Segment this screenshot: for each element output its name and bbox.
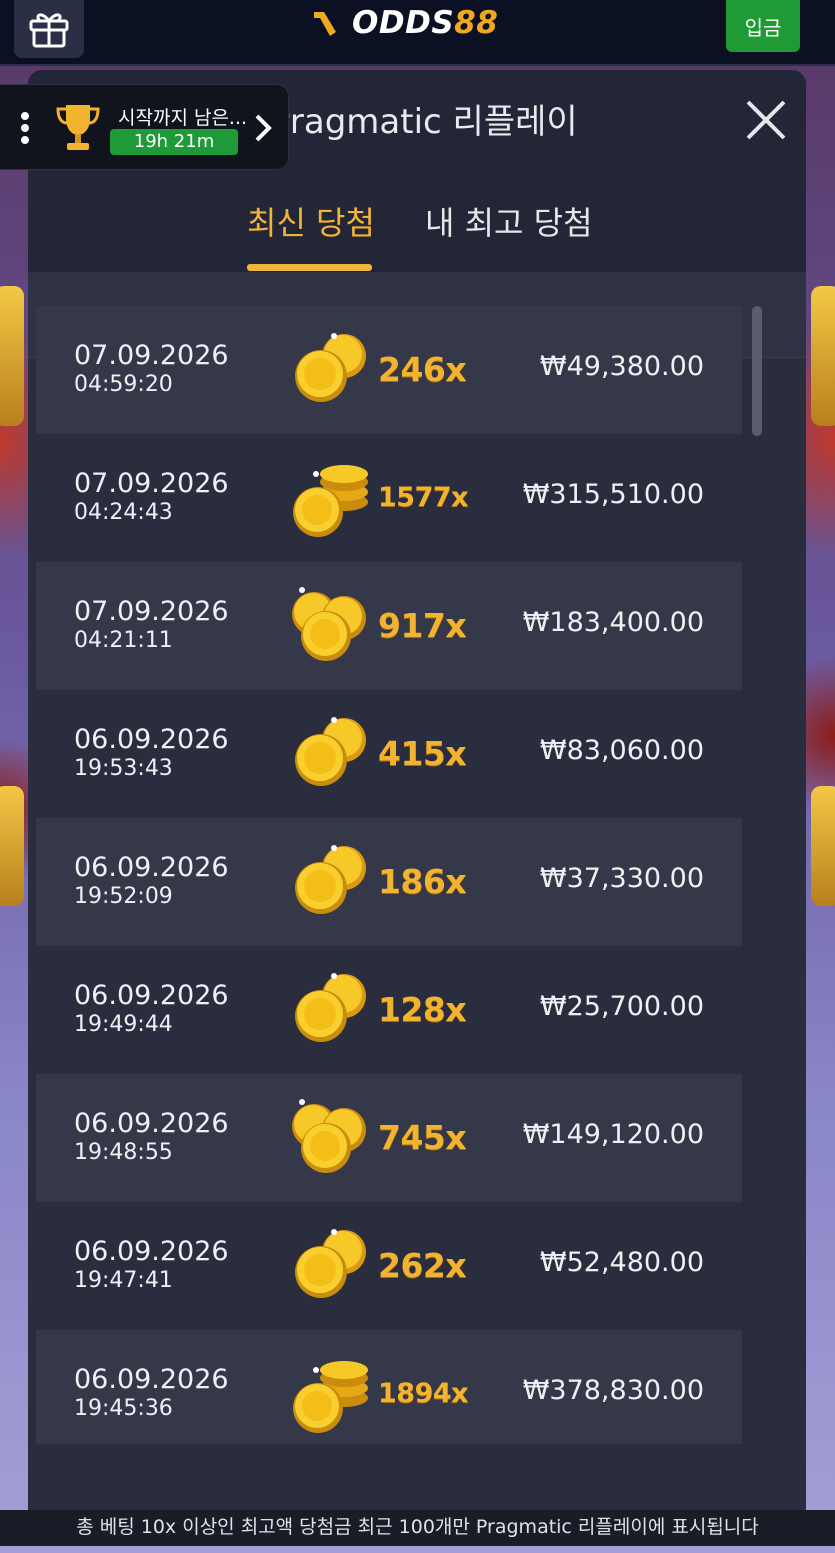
tab-bar: 최신 당첨 내 최고 당첨 bbox=[28, 168, 806, 272]
win-row[interactable]: 07.09.2026 04:21:11 917x ₩183,400.00 bbox=[36, 562, 742, 690]
coins-pair-icon bbox=[286, 712, 376, 796]
win-multiplier: 745x bbox=[378, 1118, 467, 1157]
chevron-right-icon[interactable] bbox=[252, 111, 274, 145]
gift-icon bbox=[29, 13, 69, 48]
decor-left bbox=[0, 286, 24, 426]
win-multiplier: 1577x bbox=[378, 482, 469, 513]
scrollbar[interactable] bbox=[752, 306, 762, 436]
decor-right bbox=[811, 286, 835, 426]
top-bar: ODDS88 입금 bbox=[0, 0, 835, 66]
win-time: 19:47:41 bbox=[74, 1268, 173, 1293]
win-amount: ₩183,400.00 bbox=[522, 607, 704, 638]
coins-pile-icon bbox=[286, 1096, 376, 1180]
win-amount: ₩83,060.00 bbox=[539, 735, 704, 766]
win-time: 04:24:43 bbox=[74, 500, 173, 525]
win-date: 06.09.2026 bbox=[74, 1364, 229, 1395]
logo-mark-icon bbox=[314, 12, 336, 36]
win-amount: ₩315,510.00 bbox=[522, 479, 704, 510]
coins-pair-icon bbox=[286, 968, 376, 1052]
win-date: 06.09.2026 bbox=[74, 980, 229, 1011]
brand-logo[interactable]: ODDS88 bbox=[310, 5, 499, 41]
win-amount: ₩37,330.00 bbox=[539, 863, 704, 894]
win-multiplier: 1894x bbox=[378, 1378, 469, 1409]
close-icon[interactable] bbox=[742, 96, 790, 144]
win-amount: ₩49,380.00 bbox=[539, 351, 704, 382]
tournament-countdown: 19h 21m bbox=[110, 129, 238, 155]
coin-stack-icon bbox=[286, 456, 376, 540]
win-row[interactable]: 06.09.2026 19:49:44 128x ₩25,700.00 bbox=[36, 946, 742, 1074]
win-multiplier: 246x bbox=[378, 350, 467, 389]
coins-pair-icon bbox=[286, 1224, 376, 1308]
win-multiplier: 917x bbox=[378, 606, 467, 645]
coin-stack-icon bbox=[286, 1352, 376, 1436]
win-row[interactable]: 06.09.2026 19:47:41 262x ₩52,480.00 bbox=[36, 1202, 742, 1330]
win-date: 06.09.2026 bbox=[74, 724, 229, 755]
win-date: 07.09.2026 bbox=[74, 340, 229, 371]
win-row[interactable]: 07.09.2026 04:59:20 246x ₩49,380.00 bbox=[36, 306, 742, 434]
decor-right-lower bbox=[811, 786, 835, 906]
win-row[interactable]: 06.09.2026 19:48:55 745x ₩149,120.00 bbox=[36, 1074, 742, 1202]
win-time: 04:59:20 bbox=[74, 372, 173, 397]
win-row[interactable]: 06.09.2026 19:52:09 186x ₩37,330.00 bbox=[36, 818, 742, 946]
win-amount: ₩149,120.00 bbox=[522, 1119, 704, 1150]
coins-pair-icon bbox=[286, 840, 376, 924]
active-tab-indicator bbox=[247, 264, 372, 271]
logo-text-secondary: 88 bbox=[454, 5, 499, 41]
win-date: 06.09.2026 bbox=[74, 1108, 229, 1139]
win-time: 19:49:44 bbox=[74, 1012, 173, 1037]
more-vertical-icon[interactable] bbox=[20, 111, 30, 145]
logo-text-primary: ODDS bbox=[352, 5, 455, 41]
trophy-icon bbox=[56, 105, 100, 150]
win-date: 06.09.2026 bbox=[74, 852, 229, 883]
tab-my-best-wins[interactable]: 내 최고 당첨 bbox=[425, 198, 593, 244]
win-time: 19:53:43 bbox=[74, 756, 173, 781]
win-date: 07.09.2026 bbox=[74, 596, 229, 627]
win-multiplier: 415x bbox=[378, 734, 467, 773]
win-date: 07.09.2026 bbox=[74, 468, 229, 499]
win-time: 19:48:55 bbox=[74, 1140, 173, 1165]
win-date: 06.09.2026 bbox=[74, 1236, 229, 1267]
win-amount: ₩378,830.00 bbox=[522, 1375, 704, 1406]
win-amount: ₩25,700.00 bbox=[539, 991, 704, 1022]
tab-latest-wins[interactable]: 최신 당첨 bbox=[247, 198, 375, 244]
win-amount: ₩52,480.00 bbox=[539, 1247, 704, 1278]
win-row[interactable]: 06.09.2026 19:45:36 1894x ₩378,830.00 bbox=[36, 1330, 742, 1444]
win-time: 19:45:36 bbox=[74, 1396, 173, 1421]
modal-title: Pragmatic 리플레이 bbox=[270, 102, 578, 142]
win-row[interactable]: 06.09.2026 19:53:43 415x ₩83,060.00 bbox=[36, 690, 742, 818]
gift-button[interactable] bbox=[14, 0, 84, 58]
tournament-popup[interactable]: 시작까지 남은... 19h 21m bbox=[0, 84, 289, 170]
coins-pair-icon bbox=[286, 328, 376, 412]
deposit-button[interactable]: 입금 bbox=[726, 0, 800, 52]
win-time: 19:52:09 bbox=[74, 884, 173, 909]
win-time: 04:21:11 bbox=[74, 628, 173, 653]
footer-note: 총 베팅 10x 이상인 최고액 당첨금 최근 100개만 Pragmatic … bbox=[0, 1510, 835, 1546]
win-multiplier: 128x bbox=[378, 990, 467, 1029]
wins-list[interactable]: 07.09.2026 04:59:20 246x ₩49,380.00 07.09.20… bbox=[36, 306, 742, 1444]
tournament-label: 시작까지 남은... bbox=[118, 107, 248, 129]
coins-pile-icon bbox=[286, 584, 376, 668]
win-multiplier: 186x bbox=[378, 862, 467, 901]
win-row[interactable]: 07.09.2026 04:24:43 1577x ₩315,510.00 bbox=[36, 434, 742, 562]
decor-left-lower bbox=[0, 786, 24, 906]
win-multiplier: 262x bbox=[378, 1246, 467, 1285]
